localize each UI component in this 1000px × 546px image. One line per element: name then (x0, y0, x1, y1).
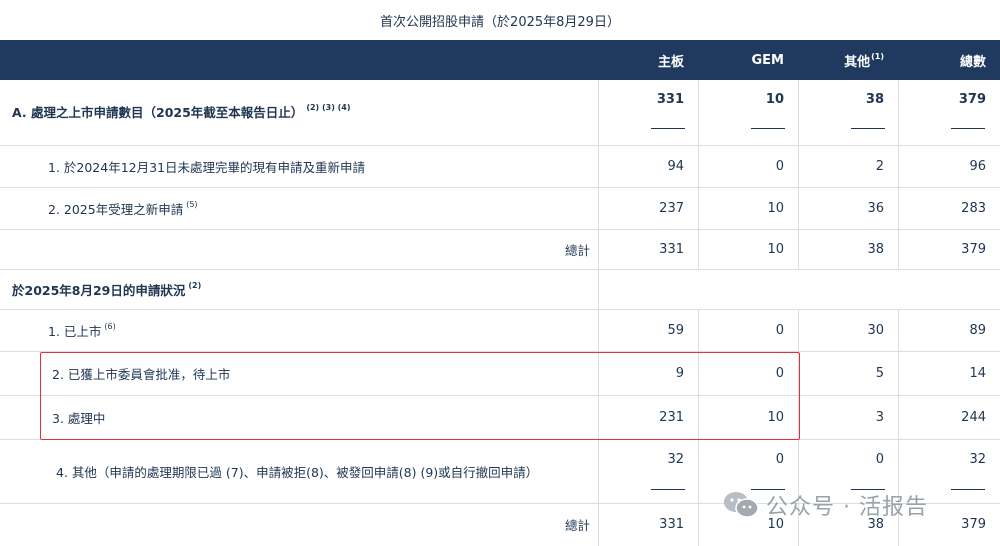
table-row: 1. 已上市 (6) 59 0 30 89 (0, 310, 1000, 352)
watermark: 公众号 · 活报告 (722, 486, 928, 524)
row-label: 1. 已上市 (6) (48, 321, 116, 339)
cell-other: 38 (865, 92, 884, 107)
table-title-text: 首次公開招股申請（於2025年8月29日） (380, 14, 620, 30)
table-row: A. 處理之上市申請數目（2025年截至本報告日止） (2) (3) (4) 33… (0, 80, 1000, 146)
watermark-text: 公众号 · 活报告 (766, 495, 928, 520)
cell-total: 96 (969, 158, 986, 174)
cell-main-board: 94 (667, 158, 684, 174)
cell-gem: 0 (775, 452, 784, 467)
cell-main-board: 331 (659, 241, 684, 257)
wechat-icon (724, 492, 759, 518)
cell-total: 89 (969, 322, 986, 338)
row-label: A. 處理之上市申請數目（2025年截至本報告日止） (2) (3) (4) (12, 102, 351, 120)
row-label: 4. 其他（申請的處理期限已過 (7)、申請被拒(8)、被發回申請(8) (9)… (56, 464, 539, 480)
row-label: 2. 2025年受理之新申請 (5) (48, 199, 198, 217)
highlight-box (40, 352, 800, 440)
underline (651, 489, 685, 490)
cell-other: 38 (867, 241, 884, 257)
table-row: 2. 2025年受理之新申請 (5) 237 10 36 283 (0, 188, 1000, 230)
row-label: 於2025年8月29日的申請狀況 (2) (12, 280, 202, 298)
cell-total: 14 (969, 365, 986, 381)
underline (751, 128, 785, 129)
cell-other: 36 (867, 200, 884, 216)
subtotal-label: 總計 (564, 242, 590, 258)
table-row: 1. 於2024年12月31日未處理完畢的現有申請及重新申請 94 0 2 96 (0, 146, 1000, 188)
cell-other: 0 (875, 452, 884, 467)
cell-main-board: 59 (667, 322, 684, 338)
underline (851, 128, 885, 129)
cell-total: 283 (961, 200, 986, 216)
column-divider (598, 80, 599, 546)
table-row: 總計 331 10 38 379 (0, 230, 1000, 270)
cell-main-board: 331 (659, 516, 684, 532)
subtotal-label: 總計 (564, 517, 590, 533)
underline (951, 489, 985, 490)
cell-main-board: 237 (659, 200, 684, 216)
cell-total: 379 (958, 92, 986, 107)
column-header-other: 其他 (1) (844, 51, 884, 70)
cell-other: 5 (875, 365, 884, 381)
cell-main-board: 32 (667, 452, 684, 467)
cell-total: 379 (961, 241, 986, 257)
cell-gem: 10 (767, 241, 784, 257)
underline (951, 128, 985, 129)
column-header-gem: GEM (751, 52, 785, 68)
table-title: 首次公開招股申請（於2025年8月29日） (0, 0, 1000, 40)
row-label: 1. 於2024年12月31日未處理完畢的現有申請及重新申請 (48, 159, 366, 175)
cell-gem: 10 (765, 92, 784, 107)
cell-other: 3 (875, 409, 884, 425)
cell-other: 2 (875, 158, 884, 174)
column-divider (798, 80, 799, 270)
table-header: 主板 GEM 其他 (1) 總數 (0, 40, 1000, 80)
cell-other: 30 (867, 322, 884, 338)
cell-main-board: 331 (656, 92, 684, 107)
cell-total: 32 (969, 452, 986, 467)
table-row: 於2025年8月29日的申請狀況 (2) (0, 270, 1000, 310)
underline (651, 128, 685, 129)
column-divider (698, 80, 699, 270)
cell-gem: 10 (767, 200, 784, 216)
cell-gem: 0 (775, 158, 784, 174)
cell-gem: 0 (775, 322, 784, 338)
cell-total: 244 (961, 409, 986, 425)
column-header-total: 總數 (959, 54, 986, 70)
column-divider (898, 80, 899, 270)
column-header-main-board: 主板 (657, 54, 684, 70)
